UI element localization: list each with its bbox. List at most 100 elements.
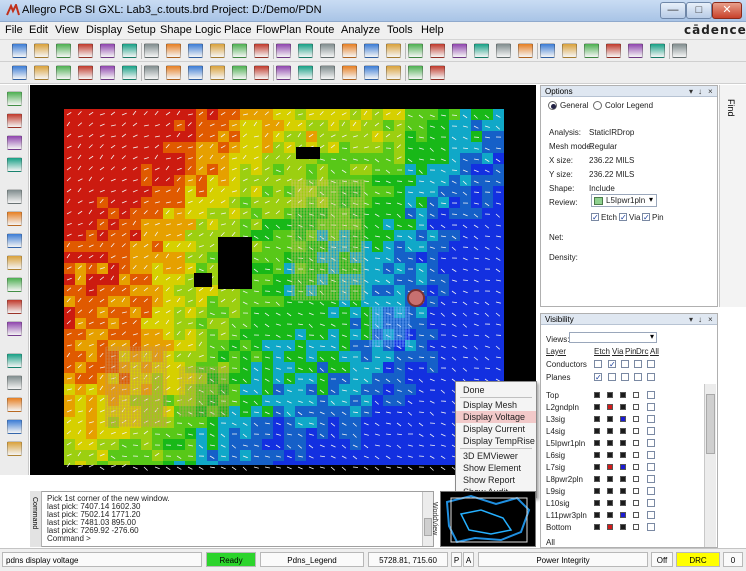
menu-display-mesh[interactable]: Display Mesh (456, 399, 536, 411)
layer-color-swatch[interactable] (633, 440, 639, 446)
place-icon[interactable] (34, 65, 49, 80)
redraw-icon[interactable] (386, 43, 401, 58)
pan-icon[interactable] (7, 113, 22, 128)
pin-checkbox[interactable]: ✓ (642, 213, 650, 222)
layer-color-swatch[interactable] (607, 464, 613, 470)
menu-file[interactable]: File (5, 24, 23, 36)
menu-display-current[interactable]: Display Current (456, 423, 536, 435)
layer-all-checkbox[interactable] (647, 415, 655, 423)
status-p-button[interactable]: P (451, 552, 462, 567)
conductors-checkbox[interactable]: ✓ (608, 360, 616, 369)
scrollbar-thumb[interactable] (706, 394, 715, 454)
layer-color-swatch[interactable] (633, 500, 639, 506)
zoom-fit-icon[interactable] (254, 43, 269, 58)
minimize-button[interactable]: — (660, 2, 686, 19)
layer-color-swatch[interactable] (633, 524, 639, 530)
layer-color-swatch[interactable] (607, 476, 613, 482)
layer-color-swatch[interactable] (620, 428, 626, 434)
zoom-icon[interactable] (7, 135, 22, 150)
layer-color-swatch[interactable] (607, 500, 613, 506)
via-icon[interactable] (100, 65, 115, 80)
layer-color-swatch[interactable] (594, 476, 600, 482)
layer-icon[interactable] (430, 43, 445, 58)
planes-checkbox[interactable] (608, 373, 616, 381)
layer-color-swatch[interactable] (594, 500, 600, 506)
menu-display-temprise[interactable]: Display TempRise (456, 435, 536, 447)
menu-show-element[interactable]: Show Element (456, 462, 536, 474)
layer-color-swatch[interactable] (607, 452, 613, 458)
panel-pin-icon[interactable]: ▾ (689, 86, 693, 97)
layer-color-swatch[interactable] (620, 524, 626, 530)
layout-icon[interactable] (12, 65, 27, 80)
visibility-scrollbar[interactable] (704, 384, 716, 547)
menu-route[interactable]: Route (305, 24, 334, 36)
layer-all-checkbox[interactable] (647, 391, 655, 399)
layer-color-swatch[interactable] (607, 488, 613, 494)
layer-color-swatch[interactable] (620, 464, 626, 470)
panel-close-icon[interactable]: × (708, 314, 713, 325)
line-icon[interactable] (210, 65, 225, 80)
layer-color-swatch[interactable] (633, 476, 639, 482)
command-prompt[interactable]: Command > (47, 534, 91, 543)
layer-color-swatch[interactable] (633, 428, 639, 434)
menu-3d-emviewer[interactable]: 3D EMViewer (456, 450, 536, 462)
via-checkbox[interactable]: ✓ (619, 213, 627, 222)
frame-icon[interactable] (166, 65, 181, 80)
layer-color-swatch[interactable] (607, 440, 613, 446)
menu-analyze[interactable]: Analyze (341, 24, 380, 36)
pin-icon[interactable] (78, 65, 93, 80)
menu-display-voltage[interactable]: Display Voltage (456, 411, 536, 423)
menu-display[interactable]: Display (86, 24, 122, 36)
grid-toggle-icon[interactable] (650, 43, 665, 58)
world-view[interactable]: WorldView (431, 491, 536, 547)
layer-all-checkbox[interactable] (647, 487, 655, 495)
find-tab[interactable]: Find (719, 85, 746, 307)
menu-edit[interactable]: Edit (29, 24, 48, 36)
delete-icon[interactable] (122, 43, 137, 58)
select-icon[interactable] (7, 91, 22, 106)
bus-icon[interactable] (320, 65, 335, 80)
general-radio[interactable] (548, 101, 557, 110)
review-dropdown[interactable]: L5Ipwr1pln ▾ (591, 194, 657, 207)
report-icon[interactable] (540, 43, 555, 58)
color-legend-radio[interactable] (593, 101, 602, 110)
layer-color-swatch[interactable] (620, 512, 626, 518)
diff-icon[interactable] (364, 65, 379, 80)
menu-place[interactable]: Place (224, 24, 252, 36)
shape-icon[interactable] (122, 65, 137, 80)
target-icon[interactable] (408, 65, 423, 80)
group-icon[interactable] (56, 65, 71, 80)
measure-icon[interactable] (562, 43, 577, 58)
zoom-prev-icon[interactable] (342, 43, 357, 58)
zoom-center-icon[interactable] (364, 43, 379, 58)
layer-color-swatch[interactable] (633, 392, 639, 398)
layer-all-checkbox[interactable] (647, 463, 655, 471)
layer-all-checkbox[interactable] (647, 427, 655, 435)
panel-pin-icon[interactable]: ▾ (689, 314, 693, 325)
conductors-checkbox[interactable] (634, 360, 642, 368)
layer-color-swatch[interactable] (633, 416, 639, 422)
spread-icon[interactable] (7, 321, 22, 336)
layer-color-swatch[interactable] (607, 404, 613, 410)
planes-checkbox[interactable]: ✓ (594, 373, 602, 382)
layer-color-swatch[interactable] (633, 452, 639, 458)
layer-color-swatch[interactable] (594, 464, 600, 470)
layer-color-swatch[interactable] (607, 392, 613, 398)
layer-all-checkbox[interactable] (647, 451, 655, 459)
zoom-world-icon[interactable] (320, 43, 335, 58)
zoom-in-icon[interactable] (276, 43, 291, 58)
save-icon[interactable] (56, 43, 71, 58)
layer-all-checkbox[interactable] (647, 523, 655, 531)
views-dropdown[interactable]: ▾ (569, 332, 657, 343)
layer-all-checkbox[interactable] (647, 499, 655, 507)
layer-color-swatch[interactable] (607, 524, 613, 530)
menu-show-report[interactable]: Show Report (456, 474, 536, 486)
shape-icon[interactable] (7, 353, 22, 368)
close-button[interactable]: ✕ (712, 2, 742, 19)
layer-color-swatch[interactable] (594, 428, 600, 434)
open-icon[interactable] (34, 43, 49, 58)
layer-color-swatch[interactable] (633, 404, 639, 410)
planes-checkbox[interactable] (647, 373, 655, 381)
fanout-icon[interactable] (7, 233, 22, 248)
layer-color-swatch[interactable] (607, 416, 613, 422)
